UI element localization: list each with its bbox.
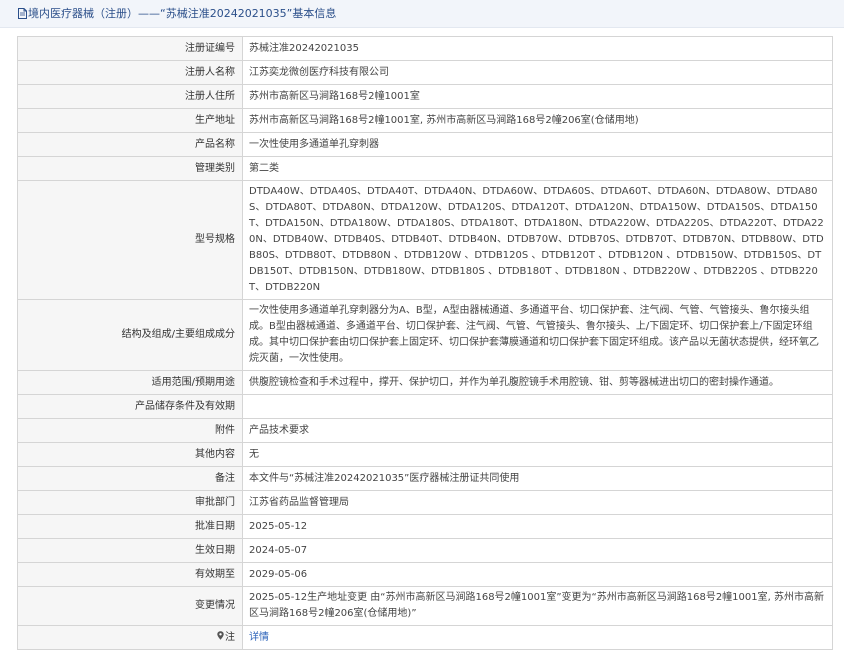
table-row: 生产地址 苏州市高新区马涧路168号2幢1001室, 苏州市高新区马涧路168号… <box>17 108 833 133</box>
table-row: 注册证编号 苏械注准20242021035 <box>17 36 833 61</box>
row-value: 江苏奕龙微创医疗科技有限公司 <box>242 60 833 85</box>
row-value: 2025-05-12 <box>242 514 833 539</box>
row-label: 产品储存条件及有效期 <box>17 394 243 419</box>
note-label-cell: 注 <box>17 625 243 650</box>
table-row: 其他内容 无 <box>17 442 833 467</box>
row-label: 生效日期 <box>17 538 243 563</box>
row-value: 江苏省药品监督管理局 <box>242 490 833 515</box>
page-header: 境内医疗器械（注册）——“苏械注准20242021035”基本信息 <box>0 0 844 28</box>
row-value: DTDA40W、DTDA40S、DTDA40T、DTDA40N、DTDA60W、… <box>242 180 833 300</box>
table-row: 生效日期 2024-05-07 <box>17 538 833 563</box>
row-label: 型号规格 <box>17 180 243 300</box>
row-label: 结构及组成/主要组成成分 <box>17 299 243 371</box>
row-value: 无 <box>242 442 833 467</box>
table-row: 产品储存条件及有效期 <box>17 394 833 419</box>
device-info-table: 注册证编号 苏械注准20242021035 注册人名称 江苏奕龙微创医疗科技有限… <box>17 36 833 650</box>
row-value: 一次性使用多通道单孔穿刺器分为A、B型，A型由器械通道、多通道平台、切口保护套、… <box>242 299 833 371</box>
table-row: 有效期至 2029-05-06 <box>17 562 833 587</box>
row-value: 2024-05-07 <box>242 538 833 563</box>
row-label: 注册证编号 <box>17 36 243 61</box>
table-row: 注册人住所 苏州市高新区马涧路168号2幢1001室 <box>17 84 833 109</box>
row-value: 苏州市高新区马涧路168号2幢1001室, 苏州市高新区马涧路168号2幢206… <box>242 108 833 133</box>
row-value: 2025-05-12生产地址变更 由“苏州市高新区马涧路168号2幢1001室”… <box>242 586 833 626</box>
row-value: 苏州市高新区马涧路168号2幢1001室 <box>242 84 833 109</box>
row-label: 管理类别 <box>17 156 243 181</box>
row-label: 生产地址 <box>17 108 243 133</box>
row-value: 一次性使用多通道单孔穿刺器 <box>242 132 833 157</box>
table-row: 适用范围/预期用途 供腹腔镜检查和手术过程中，撑开、保护切口，并作为单孔腹腔镜手… <box>17 370 833 395</box>
row-value: 产品技术要求 <box>242 418 833 443</box>
table-row: 型号规格 DTDA40W、DTDA40S、DTDA40T、DTDA40N、DTD… <box>17 180 833 300</box>
row-label: 批准日期 <box>17 514 243 539</box>
row-label: 其他内容 <box>17 442 243 467</box>
row-value: 第二类 <box>242 156 833 181</box>
row-label: 有效期至 <box>17 562 243 587</box>
row-value: 详情 <box>242 625 833 650</box>
table-row: 批准日期 2025-05-12 <box>17 514 833 539</box>
row-label: 附件 <box>17 418 243 443</box>
row-value: 本文件与“苏械注准20242021035”医疗器械注册证共同使用 <box>242 466 833 491</box>
table-row: 注册人名称 江苏奕龙微创医疗科技有限公司 <box>17 60 833 85</box>
row-value: 2029-05-06 <box>242 562 833 587</box>
row-label: 审批部门 <box>17 490 243 515</box>
row-label: 注册人住所 <box>17 84 243 109</box>
table-row: 变更情况 2025-05-12生产地址变更 由“苏州市高新区马涧路168号2幢1… <box>17 586 833 626</box>
row-label: 备注 <box>17 466 243 491</box>
table-row: 审批部门 江苏省药品监督管理局 <box>17 490 833 515</box>
row-label: 产品名称 <box>17 132 243 157</box>
row-label: 变更情况 <box>17 586 243 626</box>
page-title: 境内医疗器械（注册）——“苏械注准20242021035”基本信息 <box>28 7 337 20</box>
row-value: 苏械注准20242021035 <box>242 36 833 61</box>
table-row: 附件 产品技术要求 <box>17 418 833 443</box>
map-pin-icon <box>217 630 224 646</box>
document-icon <box>18 2 27 29</box>
row-value: 供腹腔镜检查和手术过程中，撑开、保护切口，并作为单孔腹腔镜手术用腔镜、钳、剪等器… <box>242 370 833 395</box>
table-row: 结构及组成/主要组成成分 一次性使用多通道单孔穿刺器分为A、B型，A型由器械通道… <box>17 299 833 371</box>
table-row: 注 详情 <box>17 625 833 650</box>
table-row: 产品名称 一次性使用多通道单孔穿刺器 <box>17 132 833 157</box>
table-row: 管理类别 第二类 <box>17 156 833 181</box>
table-row: 备注 本文件与“苏械注准20242021035”医疗器械注册证共同使用 <box>17 466 833 491</box>
row-value <box>242 394 833 419</box>
row-label: 适用范围/预期用途 <box>17 370 243 395</box>
row-label: 注册人名称 <box>17 60 243 85</box>
